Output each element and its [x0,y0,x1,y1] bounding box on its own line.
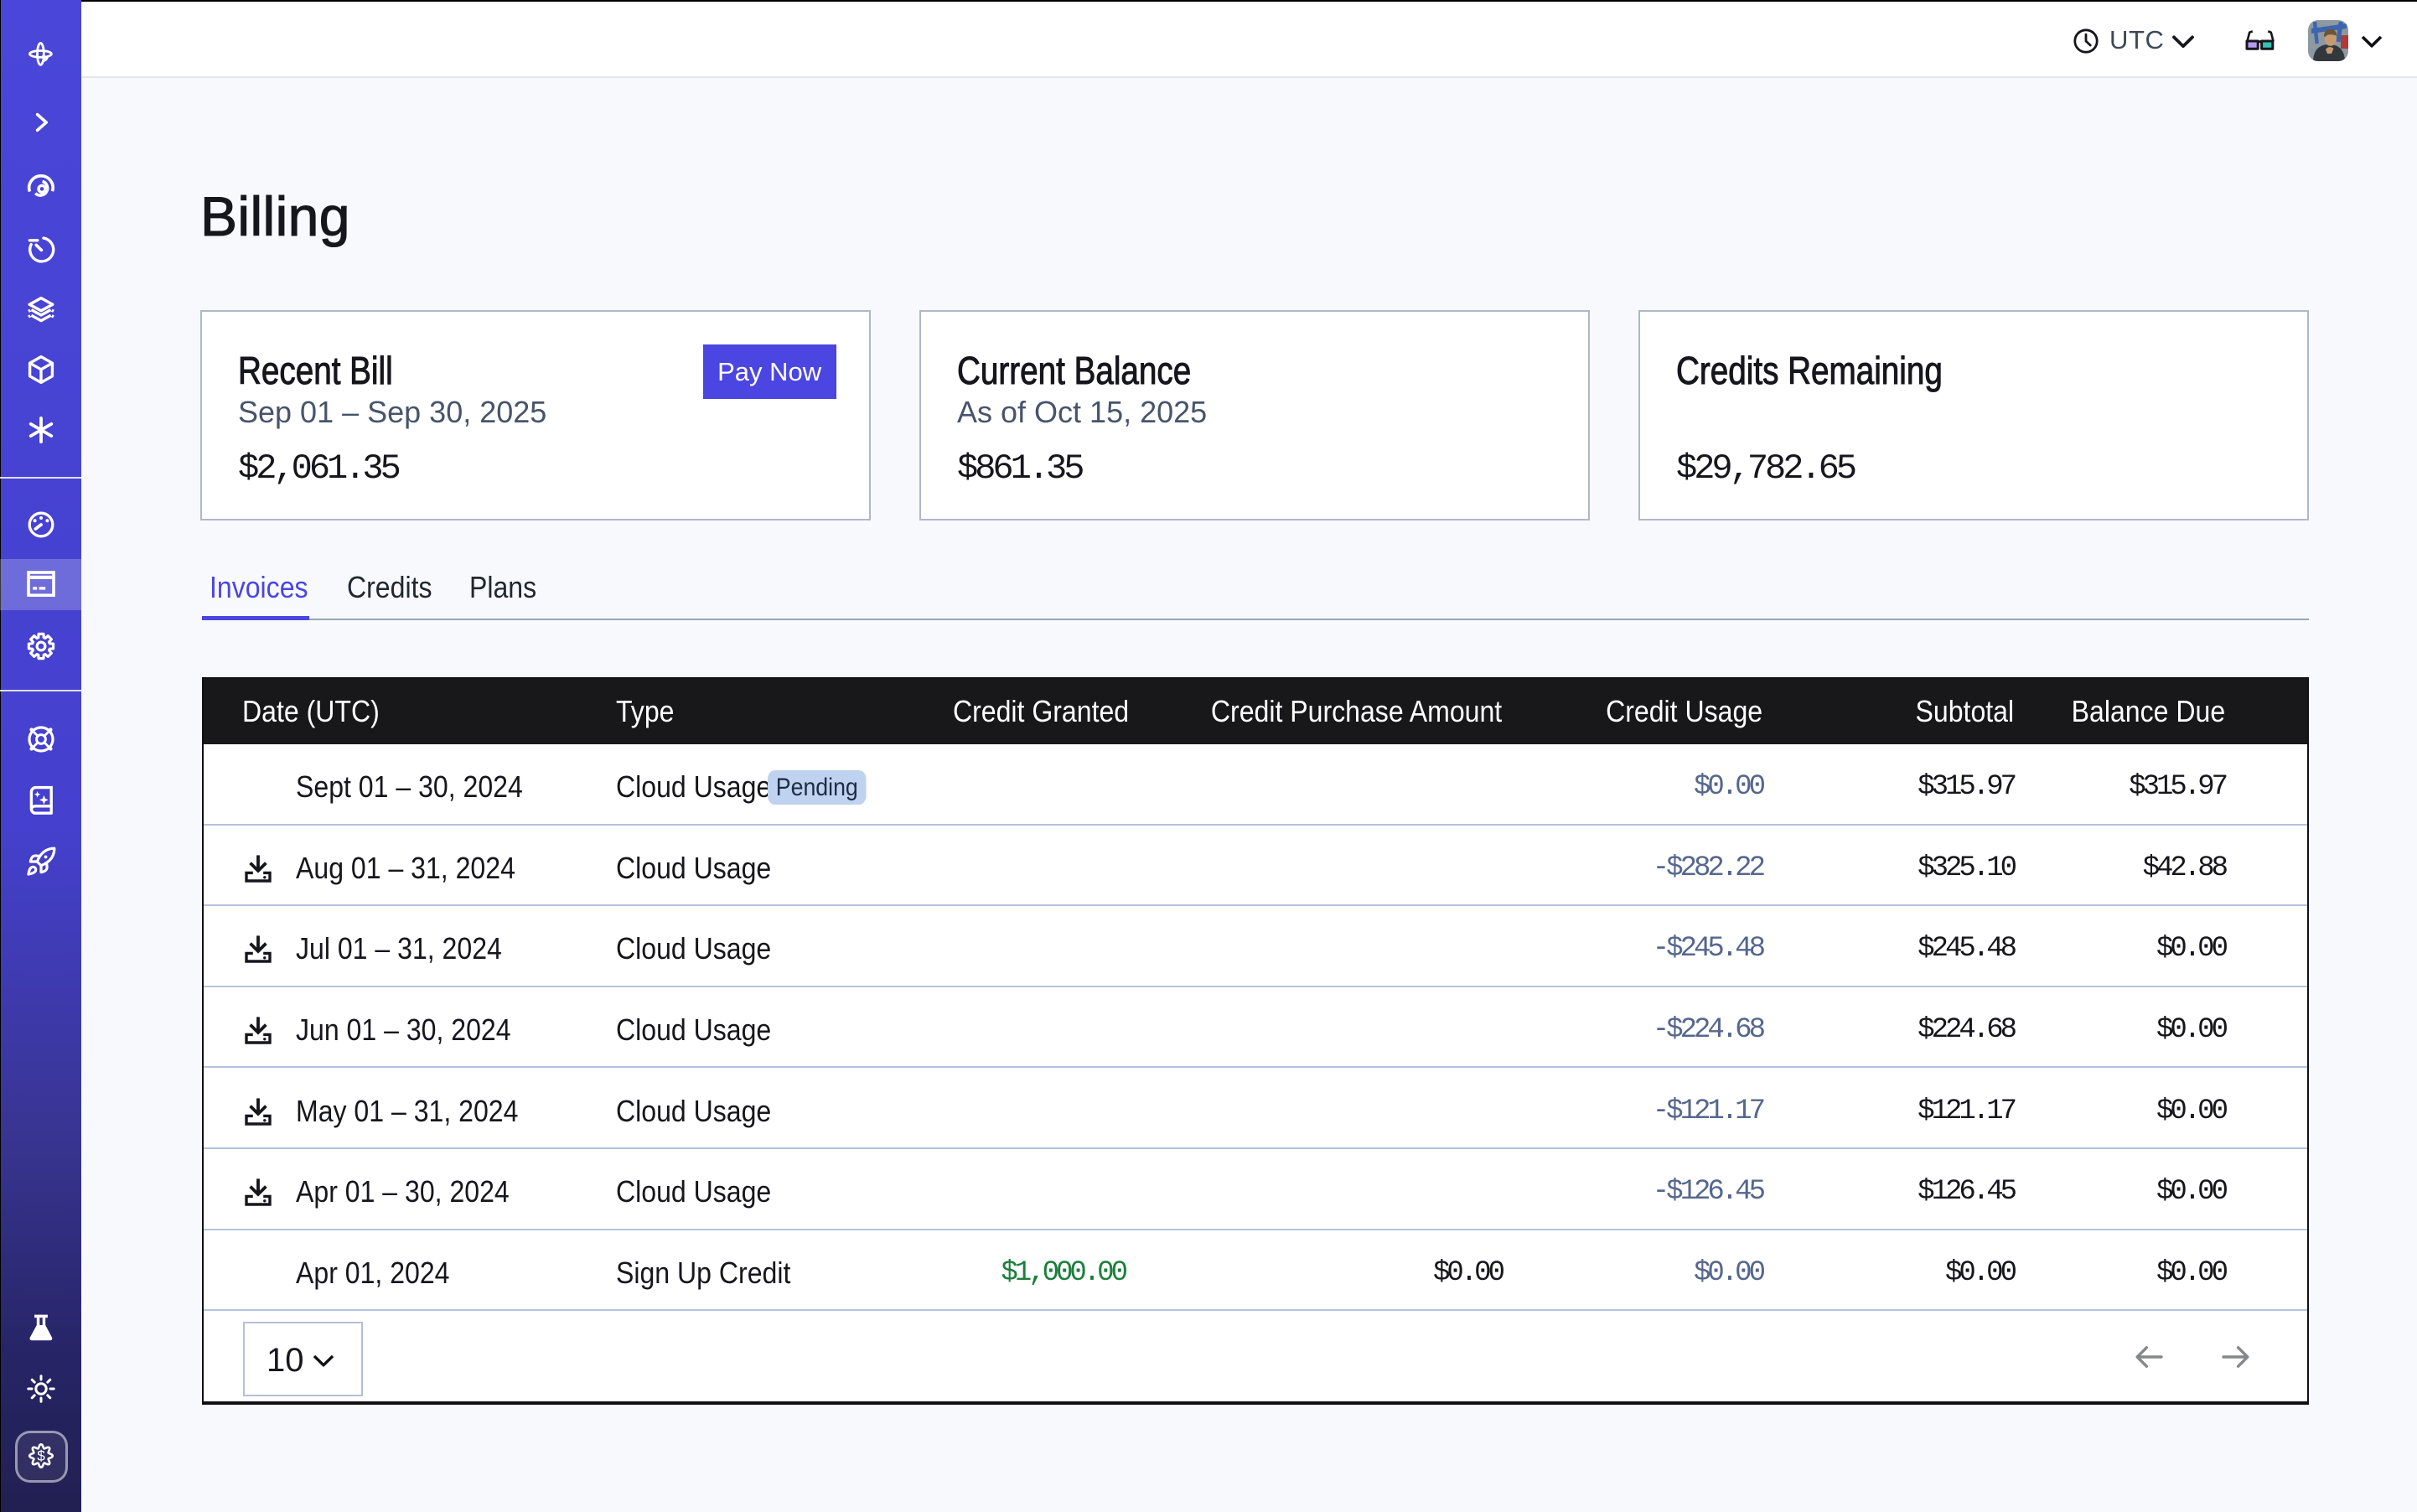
svg-text:$: $ [37,1447,45,1464]
